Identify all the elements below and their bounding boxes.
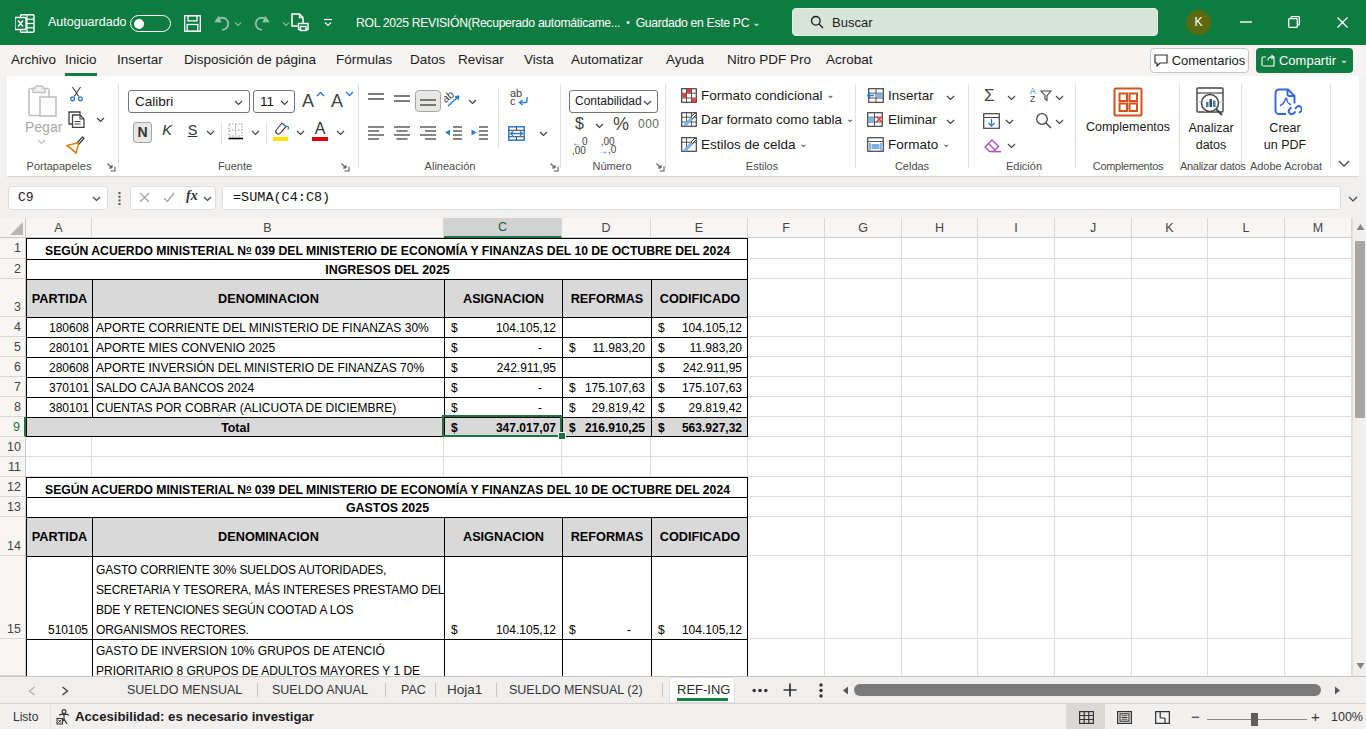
svg-text:ab: ab — [444, 90, 456, 105]
